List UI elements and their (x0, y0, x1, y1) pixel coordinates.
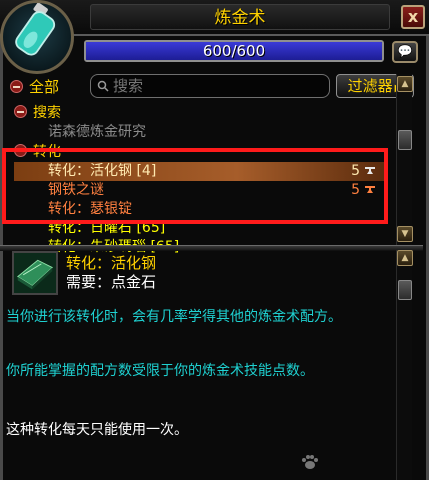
recipe-item[interactable]: 钢铁之谜 5 (14, 181, 386, 200)
recipe-count-value: 5 (351, 163, 360, 179)
recipe-title: 转化：活化钢 (66, 254, 157, 272)
collapse-icon (14, 144, 27, 157)
pane-divider (0, 245, 423, 251)
recipe-cooldown-note: 这种转化每天只能使用一次。 (6, 422, 188, 438)
link-to-chat-button[interactable]: 💬 (392, 41, 418, 63)
search-icon (97, 80, 109, 92)
recipe-count: 5 (351, 162, 376, 181)
profession-icon (0, 0, 74, 74)
collapse-all-label: 全部 (29, 78, 60, 96)
list-scrollbar[interactable]: ▲ ▼ (396, 74, 413, 246)
collapse-icon (10, 80, 23, 93)
recipe-icon[interactable] (12, 251, 58, 295)
recipe-count: 5 (351, 181, 376, 200)
recipe-name: 转化：活化钢 [4] (48, 163, 157, 179)
window-title: 炼金术 (90, 4, 390, 30)
recipe-name: 转化：瑟银锭 (48, 201, 132, 217)
recipe-item[interactable]: 转化：日曜石 [65] (14, 219, 386, 238)
recipe-name: 转化：日曜石 [65] (48, 220, 166, 236)
recipe-description: 当你进行该转化时，会有几率学得其他的炼金术配方。 (6, 309, 342, 325)
search-placeholder: 搜索 (113, 77, 144, 95)
potion-flask-icon (15, 3, 56, 56)
watermark-paw-icon (302, 455, 318, 469)
recipe-name: 钢铁之谜 (48, 182, 104, 198)
filter-label: 过滤器 (347, 77, 393, 95)
category-label: 搜索 (33, 105, 61, 121)
collapse-all-toggle[interactable]: 全部 (10, 76, 90, 98)
scroll-thumb[interactable] (398, 130, 412, 150)
close-button[interactable]: x (401, 5, 425, 29)
anvil-icon (365, 186, 375, 193)
recipe-item[interactable]: 转化：活化钢 [4] 5 (14, 162, 386, 181)
anvil-icon (365, 167, 375, 174)
recipe-item[interactable]: 转化：瑟银锭 (14, 200, 386, 219)
detail-scrollbar[interactable]: ▲ (396, 250, 413, 480)
collapse-icon (14, 105, 27, 118)
list-item-label: 诺森德炼金研究 (48, 124, 146, 140)
category-label: 转化 (33, 144, 61, 160)
scroll-thumb[interactable] (398, 280, 412, 300)
skill-bar: 600/600 (84, 40, 384, 62)
recipe-description-limit: 你所能掌握的配方数受限于你的炼金术技能点数。 (6, 363, 314, 379)
scroll-up-button[interactable]: ▲ (397, 76, 413, 92)
category-search[interactable]: 搜索 (14, 104, 386, 123)
scroll-down-button[interactable]: ▼ (397, 226, 413, 242)
scroll-up-button[interactable]: ▲ (397, 250, 413, 266)
recipe-count-value: 5 (351, 182, 360, 198)
list-item-northrend-research[interactable]: 诺森德炼金研究 (14, 123, 386, 142)
recipe-requirement: 需要：点金石 (66, 273, 157, 291)
skill-bar-text: 600/600 (202, 42, 266, 60)
search-input[interactable]: 搜索 (90, 74, 330, 98)
category-transmute[interactable]: 转化 (14, 143, 386, 162)
titansteel-bar-icon (14, 253, 56, 293)
